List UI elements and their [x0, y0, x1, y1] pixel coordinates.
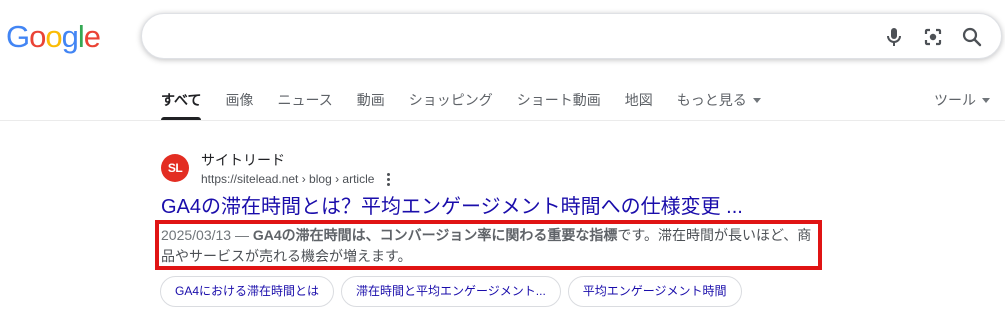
chevron-down-icon	[752, 98, 761, 103]
more-options-icon[interactable]	[382, 171, 394, 187]
tab-shopping[interactable]: ショッピング	[409, 88, 493, 120]
chevron-down-icon	[982, 98, 990, 103]
camera-lens-icon[interactable]	[921, 25, 945, 49]
tab-more[interactable]: もっと見る	[677, 88, 761, 120]
logo-letter: g	[61, 19, 79, 54]
related-chip[interactable]: 滞在時間と平均エンゲージメント...	[341, 276, 561, 307]
tab-maps[interactable]: 地図	[625, 88, 653, 120]
tabs-divider	[0, 120, 1005, 121]
tab-images[interactable]: 画像	[225, 88, 253, 120]
related-chip[interactable]: GA4における滞在時間とは	[160, 276, 335, 307]
tools-label: ツール	[934, 92, 976, 108]
result-snippet: 2025/03/13 — GA4の滞在時間は、コンバージョン率に関わる重要な指標…	[161, 225, 821, 267]
logo-letter: o	[29, 19, 46, 54]
search-tabs: すべて 画像 ニュース 動画 ショッピング ショート動画 地図 もっと見る	[161, 88, 785, 120]
related-chip[interactable]: 平均エンゲージメント時間	[567, 276, 742, 307]
search-icon[interactable]	[960, 25, 984, 49]
tools-button[interactable]: ツール	[934, 88, 990, 112]
related-chips: GA4における滞在時間とは 滞在時間と平均エンゲージメント... 平均エンゲージ…	[160, 276, 749, 307]
snippet-bold-text: GA4の滞在時間は、コンバージョン率に関わる重要な指標	[252, 227, 618, 243]
result-title-link[interactable]: GA4の滞在時間とは？平均エンゲージメント時間への仕様変更 ...	[161, 194, 743, 220]
google-logo[interactable]: Google	[6, 19, 101, 55]
microphone-icon[interactable]	[882, 25, 906, 49]
tab-all[interactable]: すべて	[161, 88, 202, 120]
search-box[interactable]	[141, 13, 1002, 59]
site-url[interactable]: https://sitelead.net › blog › article	[201, 171, 374, 187]
tab-short-videos[interactable]: ショート動画	[517, 88, 601, 120]
tab-videos[interactable]: 動画	[357, 88, 385, 120]
site-favicon[interactable]: SL	[161, 154, 189, 182]
tab-more-label: もっと見る	[676, 92, 747, 108]
logo-letter: G	[6, 19, 30, 54]
logo-letter: e	[83, 19, 101, 54]
tab-news[interactable]: ニュース	[277, 88, 332, 120]
site-name[interactable]: サイトリード	[201, 151, 285, 169]
logo-letter: o	[45, 19, 62, 54]
snippet-date: 2025/03/13 —	[161, 227, 253, 243]
search-input[interactable]	[162, 24, 862, 48]
